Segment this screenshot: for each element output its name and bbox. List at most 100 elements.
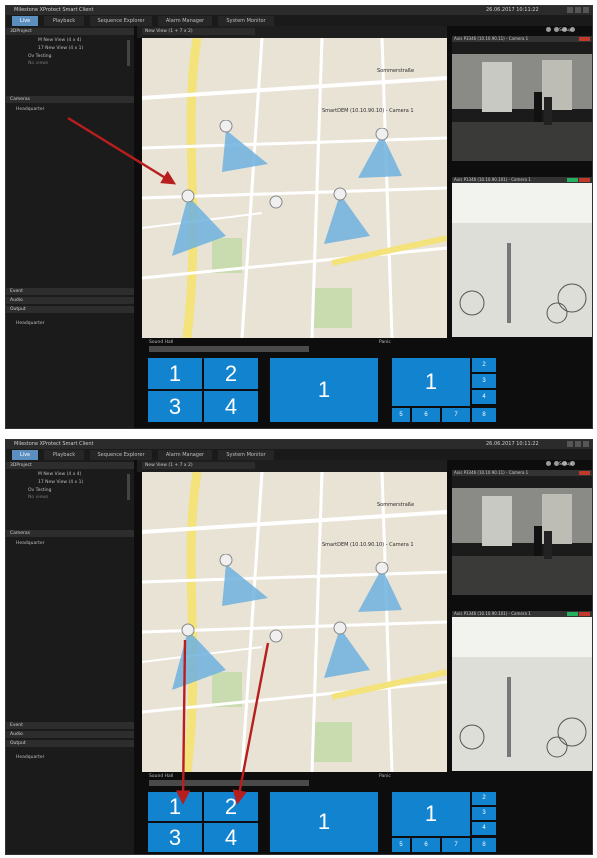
event-row: Sound Hall Panic bbox=[149, 340, 449, 355]
small-tile-2[interactable]: 2 bbox=[472, 792, 496, 805]
maximize-icon[interactable] bbox=[575, 7, 581, 13]
panel-output[interactable]: Output bbox=[6, 306, 134, 313]
tab-live[interactable]: Live bbox=[12, 16, 38, 26]
map-view[interactable]: Sommerstraße SmartDEM (10.10.90.10) - Ca… bbox=[142, 472, 447, 772]
views-header[interactable]: 3DProject bbox=[6, 28, 134, 35]
quad-tile-2[interactable]: 2 bbox=[204, 792, 258, 821]
camera-icon[interactable] bbox=[166, 188, 236, 268]
views-scrollbar[interactable] bbox=[127, 474, 130, 500]
cameras-header[interactable]: Cameras bbox=[6, 530, 134, 537]
minimize-icon[interactable] bbox=[567, 7, 573, 13]
camera-icon[interactable] bbox=[266, 628, 296, 658]
settings-icon[interactable] bbox=[546, 27, 551, 32]
panel-event[interactable]: Event bbox=[6, 288, 134, 295]
tab-playback[interactable]: Playback bbox=[44, 450, 84, 460]
small-tile-5[interactable]: 5 bbox=[392, 838, 410, 852]
camera-icon[interactable] bbox=[166, 622, 236, 702]
camera-icon[interactable] bbox=[318, 620, 378, 690]
main-tile-1[interactable]: 1 bbox=[392, 792, 470, 836]
camera-icon[interactable] bbox=[266, 194, 296, 224]
output-item-headquarter[interactable]: Headquarter bbox=[16, 755, 44, 760]
minimize-icon[interactable] bbox=[567, 441, 573, 447]
view-bar: New View (1 + 7 x 2) bbox=[137, 460, 447, 472]
main-tile-1[interactable]: 1 bbox=[392, 358, 470, 406]
close-icon[interactable] bbox=[583, 441, 589, 447]
view-selector[interactable]: New View (1 + 7 x 2) bbox=[142, 462, 255, 469]
panel-audio[interactable]: Audio bbox=[6, 297, 134, 304]
camera-bottom-view[interactable] bbox=[452, 617, 592, 771]
view-item[interactable]: M New View (4 x 4) bbox=[38, 472, 81, 477]
views-header[interactable]: 3DProject bbox=[6, 462, 134, 469]
camera-top-label: Axis P3346 (10.10.90.11) - Camera 1 bbox=[454, 36, 529, 41]
panel-audio[interactable]: Audio bbox=[6, 731, 134, 738]
quad-tile-1[interactable]: 1 bbox=[148, 358, 202, 389]
small-tile-3[interactable]: 3 bbox=[472, 807, 496, 820]
quad-tile-3[interactable]: 3 bbox=[148, 391, 202, 422]
quad-tile-3[interactable]: 3 bbox=[148, 823, 202, 852]
tab-playback[interactable]: Playback bbox=[44, 16, 84, 26]
event-sound-hall[interactable]: Sound Hall bbox=[149, 340, 173, 345]
small-tile-8[interactable]: 8 bbox=[472, 838, 496, 852]
panel-output[interactable]: Output bbox=[6, 740, 134, 747]
camera-icon[interactable] bbox=[318, 186, 378, 256]
tab-bar: Live Playback Sequence Explorer Alarm Ma… bbox=[6, 449, 592, 466]
quad-tile-1[interactable]: 1 bbox=[148, 792, 202, 821]
small-tile-7[interactable]: 7 bbox=[442, 408, 470, 422]
quad-tile-4[interactable]: 4 bbox=[204, 391, 258, 422]
view-selector[interactable]: New View (1 + 7 x 2) bbox=[142, 28, 255, 35]
camera-top-view[interactable] bbox=[452, 42, 592, 161]
toolbar-icons bbox=[546, 451, 578, 470]
setup-button[interactable]: Setup bbox=[559, 28, 572, 33]
close-icon[interactable] bbox=[583, 7, 589, 13]
event-sound-hall[interactable]: Sound Hall bbox=[149, 774, 173, 779]
views-scrollbar[interactable] bbox=[127, 40, 130, 66]
cameras-item-headquarter[interactable]: Headquarter bbox=[16, 107, 44, 112]
view-item[interactable]: Ov Testing bbox=[28, 54, 51, 59]
view-item[interactable]: Ov Testing bbox=[28, 488, 51, 493]
small-tile-8[interactable]: 8 bbox=[472, 408, 496, 422]
tab-system-monitor[interactable]: System Monitor bbox=[218, 450, 274, 460]
camera-bottom-view[interactable] bbox=[452, 183, 592, 337]
camera-icon[interactable] bbox=[216, 554, 276, 624]
event-panic[interactable]: Panic bbox=[379, 340, 391, 345]
small-tile-3[interactable]: 3 bbox=[472, 374, 496, 388]
small-tile-4[interactable]: 4 bbox=[472, 390, 496, 404]
single-tile-1[interactable]: 1 bbox=[270, 792, 378, 852]
event-bar[interactable] bbox=[149, 780, 309, 786]
title-bar: Milestone XProtect Smart Client 26.06.20… bbox=[6, 6, 592, 15]
setup-button[interactable]: Setup bbox=[559, 462, 572, 467]
title-bar: Milestone XProtect Smart Client 26.06.20… bbox=[6, 440, 592, 449]
event-bar[interactable] bbox=[149, 346, 309, 352]
tab-live[interactable]: Live bbox=[12, 450, 38, 460]
cameras-item-headquarter[interactable]: Headquarter bbox=[16, 541, 44, 546]
view-item[interactable]: No views bbox=[28, 495, 48, 500]
camera-icon[interactable] bbox=[216, 120, 276, 190]
small-tile-4[interactable]: 4 bbox=[472, 822, 496, 835]
maximize-icon[interactable] bbox=[575, 441, 581, 447]
view-item[interactable]: 17 New View (4 x 1) bbox=[38, 46, 83, 51]
settings-icon[interactable] bbox=[546, 461, 551, 466]
map-camera-label: SmartDEM (10.10.90.10) - Camera 1 bbox=[322, 542, 414, 548]
quad-tile-2[interactable]: 2 bbox=[204, 358, 258, 389]
view-item[interactable]: 17 New View (4 x 1) bbox=[38, 480, 83, 485]
quad-tile-4[interactable]: 4 bbox=[204, 823, 258, 852]
tab-sequence-explorer[interactable]: Sequence Explorer bbox=[90, 16, 152, 26]
cameras-header[interactable]: Cameras bbox=[6, 96, 134, 103]
single-tile-1[interactable]: 1 bbox=[270, 358, 378, 422]
map-view[interactable]: Sommerstraße SmartDEM (10.10.90.10) - Ca… bbox=[142, 38, 447, 338]
small-tile-6[interactable]: 6 bbox=[412, 838, 440, 852]
small-tile-6[interactable]: 6 bbox=[412, 408, 440, 422]
tab-sequence-explorer[interactable]: Sequence Explorer bbox=[90, 450, 152, 460]
output-item-headquarter[interactable]: Headquarter bbox=[16, 321, 44, 326]
tab-system-monitor[interactable]: System Monitor bbox=[218, 16, 274, 26]
view-item[interactable]: No views bbox=[28, 61, 48, 66]
camera-top-view[interactable] bbox=[452, 476, 592, 595]
small-tile-5[interactable]: 5 bbox=[392, 408, 410, 422]
event-panic[interactable]: Panic bbox=[379, 774, 391, 779]
tab-alarm-manager[interactable]: Alarm Manager bbox=[158, 450, 212, 460]
view-item[interactable]: M New View (4 x 4) bbox=[38, 38, 81, 43]
small-tile-2[interactable]: 2 bbox=[472, 358, 496, 372]
tab-alarm-manager[interactable]: Alarm Manager bbox=[158, 16, 212, 26]
panel-event[interactable]: Event bbox=[6, 722, 134, 729]
small-tile-7[interactable]: 7 bbox=[442, 838, 470, 852]
